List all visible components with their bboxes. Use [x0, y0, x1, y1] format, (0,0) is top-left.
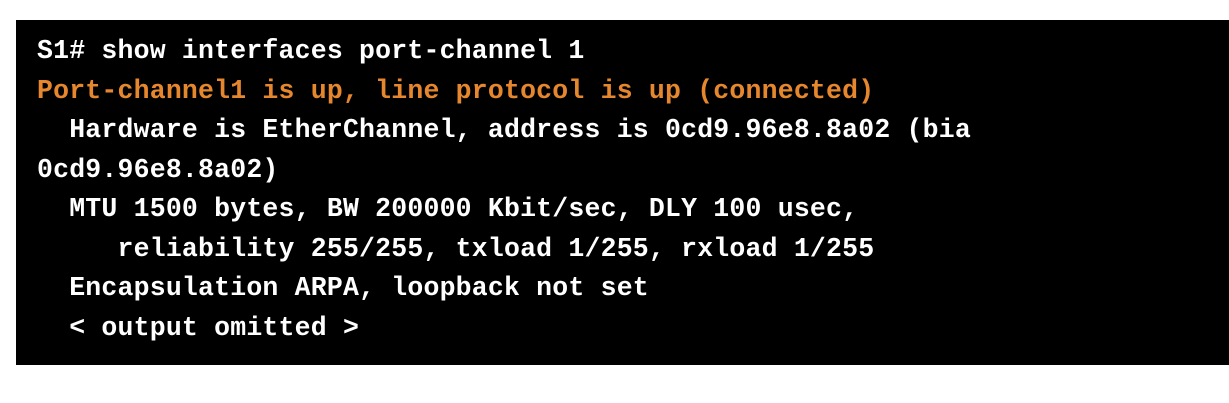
hardware-line: Hardware is EtherChannel, address is 0cd… [37, 115, 971, 145]
command-line: S1# show interfaces port-channel 1 [37, 36, 585, 66]
status-line: Port-channel1 is up, line protocol is up… [37, 75, 875, 106]
terminal-output-panel: S1# show interfaces port-channel 1 Port-… [16, 20, 1229, 365]
mtu-line: MTU 1500 bytes, BW 200000 Kbit/sec, DLY … [37, 194, 859, 224]
hardware-line-wrap: 0cd9.96e8.8a02) [37, 154, 279, 185]
reliability-line: reliability 255/255, txload 1/255, rxloa… [37, 233, 875, 264]
encapsulation-line: Encapsulation ARPA, loopback not set [37, 273, 649, 303]
output-omitted-line: < output omitted > [37, 312, 360, 343]
